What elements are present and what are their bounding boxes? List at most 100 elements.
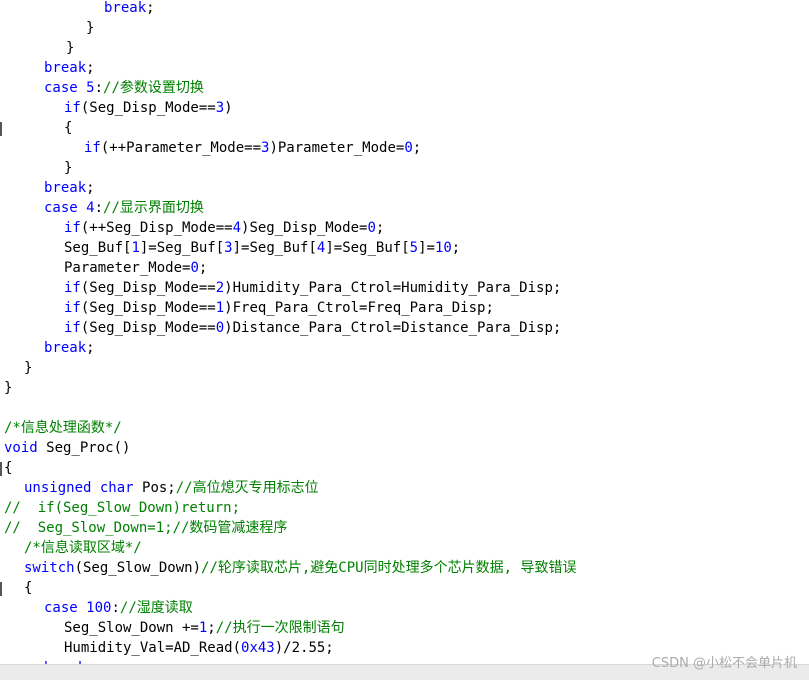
code-line: case 4://显示界面切换: [44, 198, 204, 218]
code-line: // if(Seg_Slow_Down)return;: [4, 498, 240, 518]
code-token: ]=Seg_Buf[: [232, 240, 317, 256]
code-token: if: [64, 280, 81, 296]
code-token: if: [64, 220, 81, 236]
code-token: break: [44, 60, 87, 76]
code-token: ;: [198, 260, 208, 276]
code-token: if: [64, 100, 81, 116]
code-token: 4: [86, 200, 95, 216]
code-token: break: [44, 180, 87, 196]
code-token: switch: [24, 560, 75, 576]
code-token: 5: [86, 80, 95, 96]
code-token: Seg_Proc(): [37, 440, 131, 456]
code-token: ]=Seg_Buf[: [325, 240, 410, 256]
code-line: case 100://湿度读取: [44, 598, 193, 618]
code-line: /*信息处理函数*/: [4, 418, 122, 438]
code-token: case: [44, 600, 78, 616]
code-line: Seg_Buf[1]=Seg_Buf[3]=Seg_Buf[4]=Seg_Buf…: [64, 238, 460, 258]
code-token: if: [84, 140, 101, 156]
code-token: ;: [412, 140, 422, 156]
code-token: //执行一次限制语句: [215, 620, 345, 636]
code-token: 3: [215, 100, 225, 116]
code-token: (++Seg_Disp_Mode==: [80, 220, 233, 236]
code-token: ;: [86, 340, 95, 356]
code-line: switch(Seg_Slow_Down)//轮序读取芯片,避免CPU同时处理多…: [24, 558, 576, 578]
code-token: ;: [207, 620, 216, 636]
code-token: 1: [215, 300, 225, 316]
code-token: )/2.55;: [274, 640, 334, 656]
code-token: case: [44, 200, 78, 216]
code-token: )Distance_Para_Ctrol=Distance_Para_Disp;: [224, 320, 562, 336]
code-token: if: [64, 320, 81, 336]
code-token: // if(Seg_Slow_Down)return;: [4, 500, 241, 516]
code-token: }: [86, 20, 95, 36]
code-token: ;: [146, 0, 155, 16]
code-token: //参数设置切换: [103, 80, 204, 96]
code-line: break;: [44, 58, 95, 78]
code-line: {: [4, 458, 12, 478]
fold-marker[interactable]: [0, 582, 2, 596]
code-token: Pos;: [133, 480, 176, 496]
code-line: Humidity_Val=AD_Read(0x43)/2.55;: [64, 638, 334, 658]
code-token: ;: [375, 220, 385, 236]
code-token: (Seg_Disp_Mode==: [80, 100, 216, 116]
code-token: Humidity_Val=AD_Read(: [64, 640, 242, 656]
code-line: unsigned char Pos;//高位熄灭专用标志位: [24, 478, 319, 498]
code-line: if(++Parameter_Mode==3)Parameter_Mode=0;: [84, 138, 421, 158]
code-token: 0x43: [241, 640, 275, 656]
code-token: 10: [434, 240, 452, 256]
code-token: if: [64, 300, 81, 316]
code-token: ): [224, 100, 233, 116]
watermark: CSDN @小松不会单片机: [651, 656, 797, 671]
code-token: break: [44, 340, 87, 356]
code-token: char: [99, 480, 134, 496]
code-token: //湿度读取: [119, 600, 193, 616]
code-token: /*信息处理函数*/: [4, 420, 122, 436]
code-token: )Freq_Para_Ctrol=Freq_Para_Disp;: [224, 300, 494, 316]
code-token: :: [94, 200, 104, 216]
code-line: }: [64, 158, 72, 178]
code-line: Seg_Slow_Down +=1;//执行一次限制语句: [64, 618, 345, 638]
code-line: }: [4, 378, 12, 398]
fold-marker[interactable]: [0, 122, 2, 136]
code-line: case 5://参数设置切换: [44, 78, 204, 98]
code-token: {: [24, 580, 33, 596]
code-token: }: [24, 360, 33, 376]
code-token: 0: [190, 260, 199, 276]
code-token: 0: [404, 140, 413, 156]
code-token: /*信息读取区域*/: [24, 540, 142, 556]
code-token: :: [111, 600, 120, 616]
code-token: ;: [86, 60, 95, 76]
code-token: )Seg_Disp_Mode=: [241, 220, 368, 236]
code-line: if(Seg_Disp_Mode==1)Freq_Para_Ctrol=Freq…: [64, 298, 494, 318]
code-token: }: [64, 160, 73, 176]
code-token: (Seg_Disp_Mode==: [80, 320, 216, 336]
code-line: if(Seg_Disp_Mode==0)Distance_Para_Ctrol=…: [64, 318, 561, 338]
code-line: }: [24, 358, 32, 378]
code-line: /*信息读取区域*/: [24, 538, 142, 558]
fold-marker[interactable]: [0, 462, 2, 476]
code-line: }: [86, 18, 94, 38]
code-line: Parameter_Mode=0;: [64, 258, 207, 278]
code-line: {: [64, 118, 72, 138]
code-token: //轮序读取芯片,避免CPU同时处理多个芯片数据, 导致错误: [201, 560, 577, 576]
code-editor[interactable]: break;}} break; case 5://参数设置切换 if(Seg_Disp…: [0, 0, 809, 664]
code-token: case: [44, 80, 78, 96]
code-line: {: [24, 578, 32, 598]
code-token: Seg_Slow_Down +=: [64, 620, 199, 636]
code-token: 0: [215, 320, 225, 336]
code-line: void Seg_Proc(): [4, 438, 130, 458]
code-token: (++Parameter_Mode==: [100, 140, 262, 156]
code-token: // Seg_Slow_Down=1;//数码管减速程序: [4, 520, 288, 536]
code-token: (Seg_Slow_Down): [74, 560, 202, 576]
code-token: 3: [224, 240, 233, 256]
code-line: if(Seg_Disp_Mode==3): [64, 98, 233, 118]
code-line: if(++Seg_Disp_Mode==4)Seg_Disp_Mode=0;: [64, 218, 384, 238]
code-token: {: [64, 120, 73, 136]
code-token: Parameter_Mode=: [64, 260, 191, 276]
code-token: Seg_Buf[: [64, 240, 132, 256]
code-token: unsigned: [24, 480, 92, 496]
